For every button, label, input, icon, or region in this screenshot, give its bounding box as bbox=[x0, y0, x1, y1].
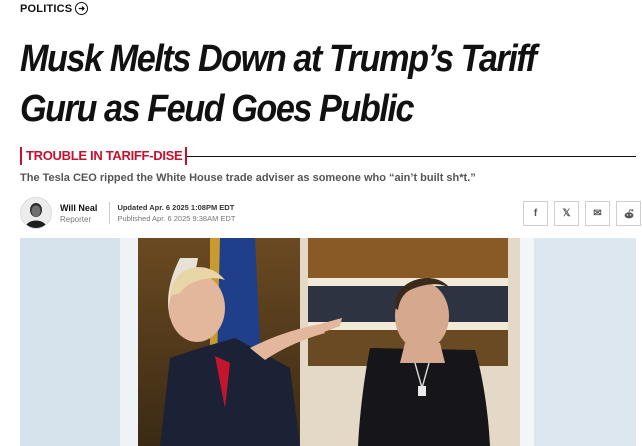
kicker: TROUBLE IN TARIFF-DISE bbox=[20, 147, 188, 165]
share-reddit-button[interactable] bbox=[616, 201, 641, 226]
published-date: Published Apr. 6 2025 9:38AM EDT bbox=[117, 214, 236, 223]
share-email-button[interactable]: ✉ bbox=[585, 201, 610, 226]
reddit-icon bbox=[624, 208, 633, 218]
share-x-button[interactable]: 𝕏 bbox=[554, 201, 579, 226]
byline: Will Neal Reporter Updated Apr. 6 2025 1… bbox=[20, 197, 235, 229]
x-icon: 𝕏 bbox=[562, 208, 571, 219]
email-icon: ✉ bbox=[593, 208, 602, 219]
dek: The Tesla CEO ripped the White House tra… bbox=[20, 172, 476, 184]
hero-image bbox=[20, 238, 636, 446]
author-photo bbox=[21, 198, 51, 228]
headline: Musk Melts Down at Trump’s Tariff Guru a… bbox=[20, 38, 537, 130]
arrow-circle-right-icon: ➜ bbox=[75, 2, 89, 15]
section-label: POLITICS bbox=[20, 2, 73, 15]
byline-divider bbox=[109, 202, 111, 224]
hero-photo[interactable] bbox=[20, 238, 636, 446]
avatar[interactable] bbox=[20, 197, 52, 229]
kicker-row: TROUBLE IN TARIFF-DISE bbox=[20, 146, 636, 166]
facebook-icon: f bbox=[533, 208, 538, 219]
section-link[interactable]: POLITICS ➜ bbox=[20, 2, 89, 15]
author-name[interactable]: Will Neal bbox=[60, 203, 97, 213]
share-bar: f 𝕏 ✉ bbox=[523, 201, 641, 226]
kicker-rule bbox=[187, 155, 636, 157]
updated-date: Updated Apr. 6 2025 1:08PM EDT bbox=[117, 203, 235, 212]
author-role: Reporter bbox=[60, 214, 92, 224]
share-facebook-button[interactable]: f bbox=[523, 201, 548, 226]
